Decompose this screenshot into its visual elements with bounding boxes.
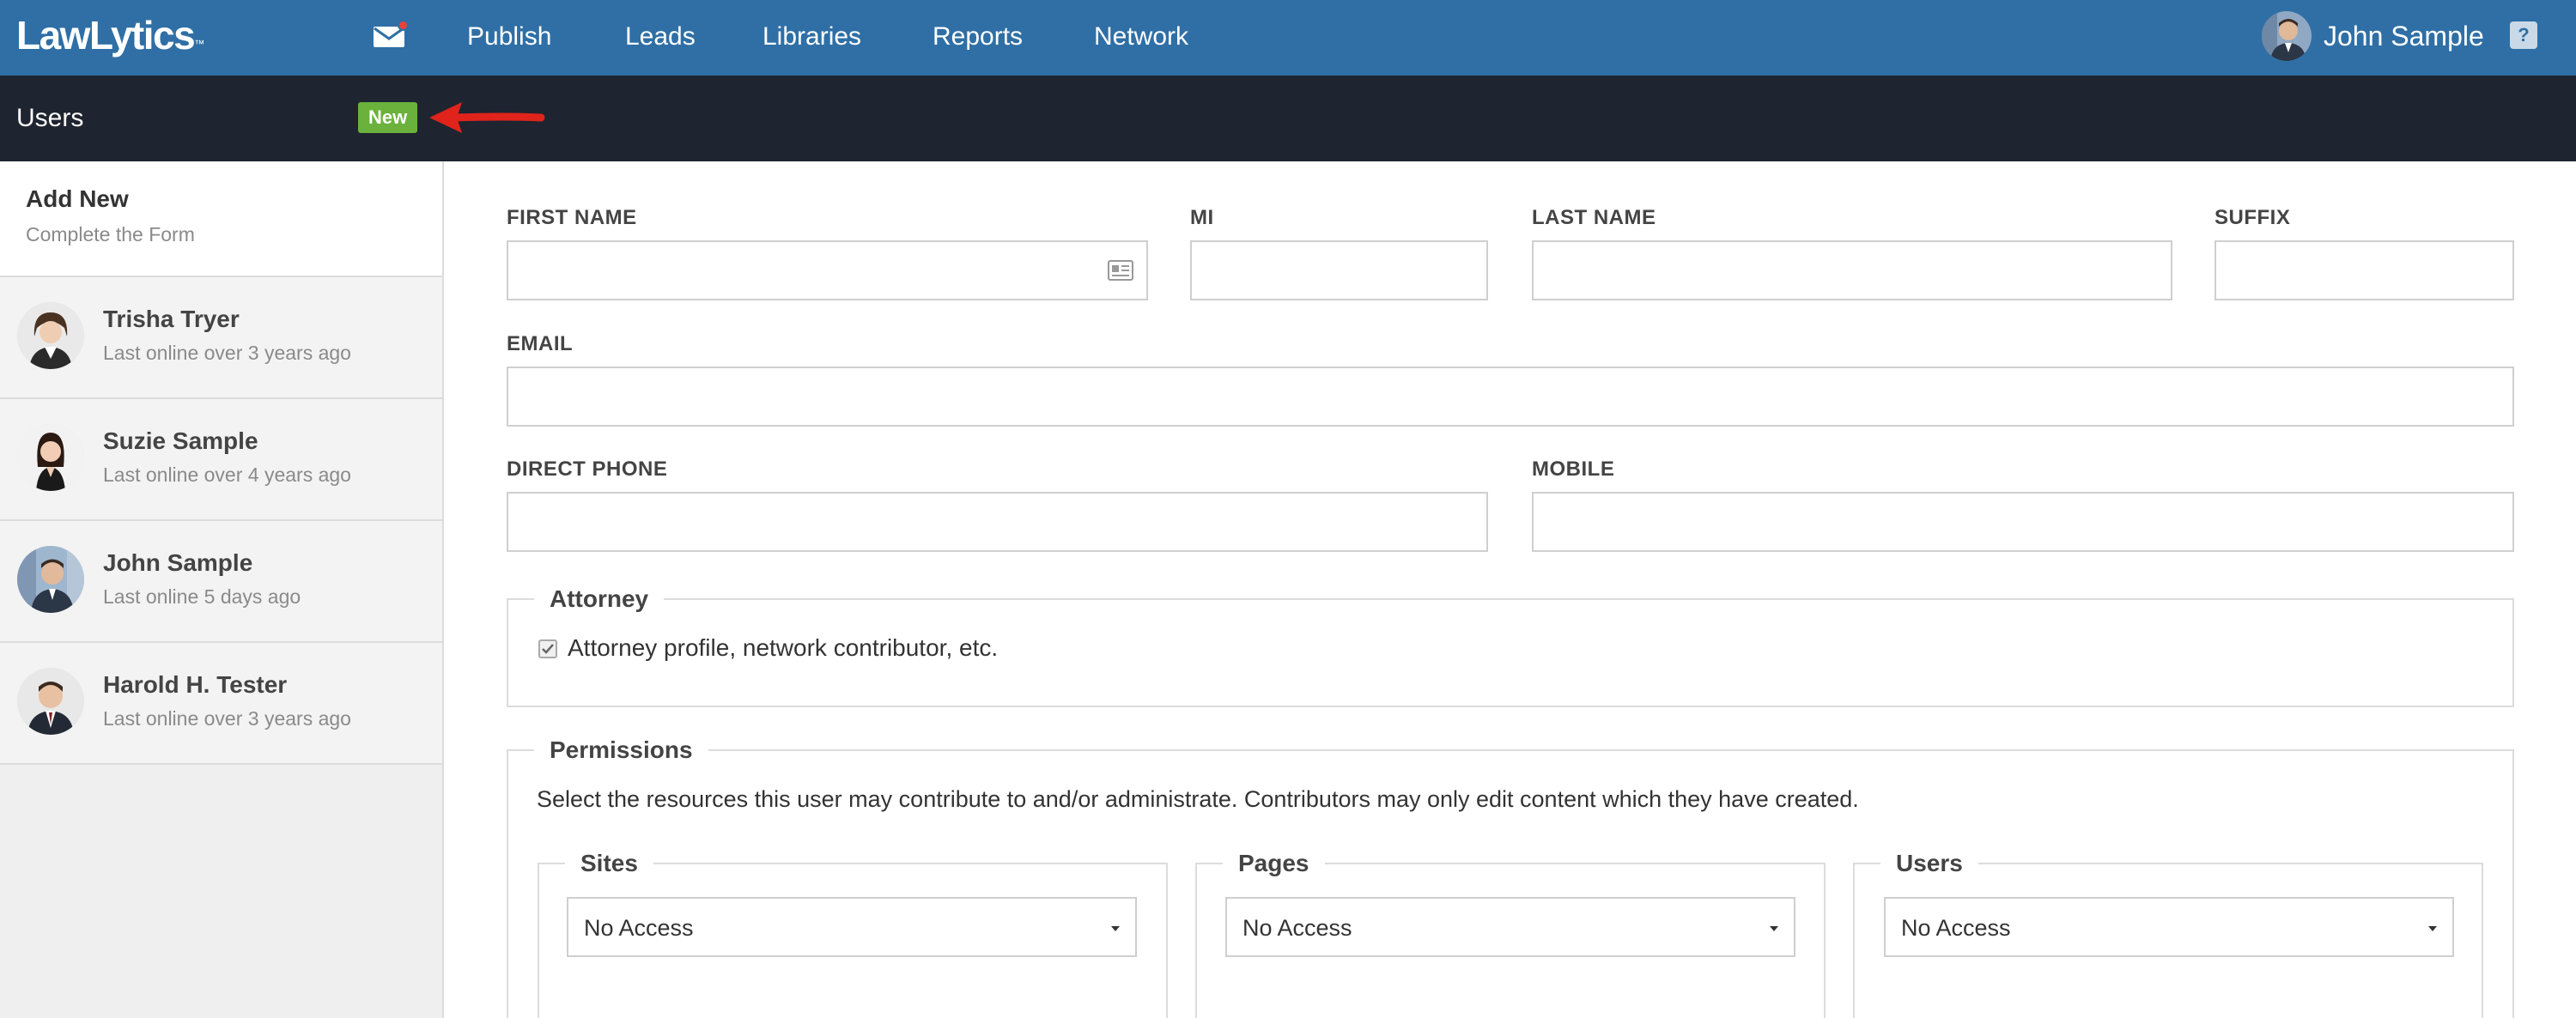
sites-legend: Sites (580, 850, 638, 876)
email-label: EMAIL (507, 332, 574, 355)
nav-leads[interactable]: Leads (625, 20, 696, 54)
user-list-item[interactable]: Suzie Sample Last online over 4 years ag… (0, 399, 442, 521)
user-name: John Sample (103, 549, 253, 576)
last-name-field[interactable] (1532, 240, 2172, 300)
top-navbar: LawLytics™ Publish Leads Libraries Repor… (0, 0, 2576, 76)
nav-network[interactable]: Network (1094, 20, 1188, 54)
first-name-field[interactable] (507, 240, 1148, 300)
caret-down-icon (1111, 926, 1120, 931)
first-name-label: FIRST NAME (507, 206, 637, 229)
app-logo[interactable]: LawLytics™ (16, 9, 204, 62)
user-menu[interactable]: John Sample (2262, 9, 2484, 64)
mobile-label: MOBILE (1532, 457, 1615, 481)
attorney-legend: Attorney (550, 585, 649, 612)
mi-field[interactable] (1190, 240, 1488, 300)
logo-trademark: ™ (194, 38, 205, 50)
mobile-field[interactable] (1532, 492, 2514, 552)
add-new-title: Add New (26, 185, 129, 212)
users-access-select[interactable]: No Access (1884, 897, 2454, 957)
caret-down-icon (2428, 926, 2437, 931)
user-list-item[interactable]: Trisha Tryer Last online over 3 years ag… (0, 277, 442, 399)
user-name: Suzie Sample (103, 427, 258, 454)
user-list-item[interactable]: Harold H. Tester Last online over 3 year… (0, 643, 442, 765)
pages-access-select[interactable]: No Access (1225, 897, 1795, 957)
annotation-arrow-icon (429, 102, 545, 133)
help-icon[interactable]: ? (2510, 21, 2537, 49)
avatar (17, 302, 84, 369)
direct-phone-label: DIRECT PHONE (507, 457, 668, 481)
suffix-field[interactable] (2215, 240, 2514, 300)
user-last-online: Last online over 3 years ago (103, 707, 351, 730)
avatar (17, 424, 84, 491)
mi-label: MI (1190, 206, 1214, 229)
notification-dot (398, 20, 409, 31)
users-access-value: No Access (1901, 915, 2011, 941)
pages-access-value: No Access (1242, 915, 1352, 941)
pages-legend: Pages (1238, 850, 1309, 876)
user-name: John Sample (2324, 20, 2484, 52)
nav-publish[interactable]: Publish (467, 20, 551, 54)
sites-access-select[interactable]: No Access (567, 897, 1137, 957)
direct-phone-field[interactable] (507, 492, 1488, 552)
sites-access-value: No Access (584, 915, 694, 941)
attorney-checkbox-label: Attorney profile, network contributor, e… (568, 634, 999, 661)
caret-down-icon (1770, 926, 1778, 931)
avatar (17, 668, 84, 735)
permissions-legend: Permissions (550, 736, 693, 763)
new-user-button[interactable]: New (358, 102, 418, 133)
user-last-online: Last online over 3 years ago (103, 342, 351, 364)
nav-reports[interactable]: Reports (933, 20, 1023, 54)
suffix-label: SUFFIX (2215, 206, 2291, 229)
add-new-subtitle: Complete the Form (26, 223, 195, 245)
logo-text: LawLytics (16, 13, 196, 58)
avatar (2262, 11, 2312, 61)
section-title: Users (16, 104, 84, 132)
user-list-item[interactable]: John Sample Last online 5 days ago (0, 521, 442, 643)
section-bar: Users New (0, 76, 2576, 161)
user-last-online: Last online 5 days ago (103, 585, 301, 608)
avatar (17, 546, 84, 613)
email-field[interactable] (507, 367, 2514, 427)
nav-libraries[interactable]: Libraries (762, 20, 861, 54)
user-name: Trisha Tryer (103, 306, 240, 332)
contact-card-icon[interactable] (1108, 260, 1133, 281)
users-sidebar: Add New Complete the Form Trisha Tryer L… (0, 161, 444, 1018)
user-last-online: Last online over 4 years ago (103, 464, 351, 486)
attorney-checkbox[interactable] (538, 639, 557, 658)
users-legend: Users (1896, 850, 1963, 876)
permissions-description: Select the resources this user may contr… (537, 786, 1859, 812)
last-name-label: LAST NAME (1532, 206, 1656, 229)
add-new-user[interactable]: Add New Complete the Form (0, 161, 442, 277)
mail-icon[interactable] (373, 20, 409, 48)
user-name: Harold H. Tester (103, 671, 288, 698)
